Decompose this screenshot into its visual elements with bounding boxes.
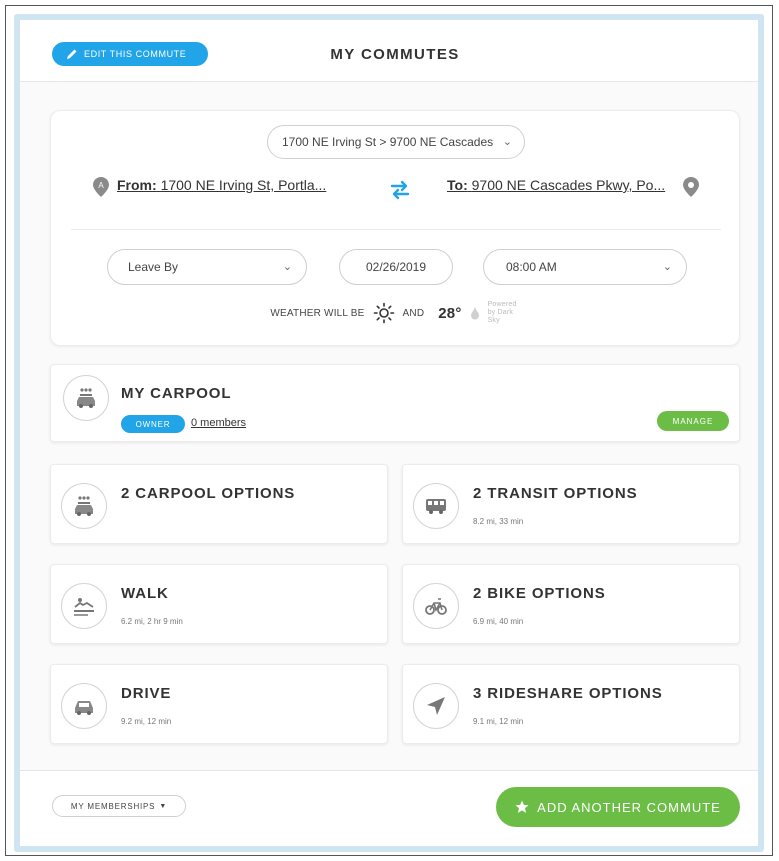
carpool-icon [75,496,93,516]
time-select[interactable]: 08:00 AM ⌄ [483,249,687,285]
my-memberships-label: MY MEMBERSHIPS [70,801,156,811]
car-icon-circle [61,683,107,729]
option-card-drive[interactable]: DRIVE 9.2 mi, 12 min [50,664,388,744]
option-title: 2 CARPOOL OPTIONS [121,485,296,502]
pencil-icon [67,49,77,59]
my-memberships-dropdown[interactable]: MY MEMBERSHIPS ▼ [52,795,186,817]
leave-by-value: Leave By [128,260,179,274]
route-divider [71,229,721,230]
walk-icon-circle [61,583,107,629]
route-card: 1700 NE Irving St > 9700 NE Cascades ⌄ A… [50,110,740,346]
leave-by-select[interactable]: Leave By ⌄ [107,249,307,285]
option-title: 2 TRANSIT OPTIONS [473,485,638,502]
route-select-value: 1700 NE Irving St > 9700 NE Cascades [282,135,494,149]
option-subtitle: 9.2 mi, 12 min [121,717,172,726]
option-card-bike[interactable]: 2 BIKE OPTIONS 6.9 mi, 40 min [402,564,740,644]
option-title: 2 BIKE OPTIONS [473,585,606,602]
date-value: 02/26/2019 [365,260,427,274]
carpool-icon-circle [61,483,107,529]
star-icon [515,800,529,813]
option-card-transit[interactable]: 2 TRANSIT OPTIONS 8.2 mi, 33 min [402,464,740,544]
navigation-arrow-icon [427,697,445,715]
page-title: MY COMMUTES [330,46,460,63]
chevron-down-icon: ⌄ [662,261,672,273]
origin-pin-letter: A [98,181,104,190]
edit-commute-button[interactable]: EDIT THIS COMMUTE [52,42,208,66]
weather-prefix: WEATHER WILL BE [270,307,365,319]
navigation-icon-circle [413,683,459,729]
chevron-down-icon: ⌄ [282,261,292,273]
to-address: 9700 NE Cascades Pkwy, Po... [471,177,666,193]
sun-icon [373,302,394,324]
commute-panel: EDIT THIS COMMUTE MY COMMUTES 1700 NE Ir… [20,20,758,846]
origin-pin-icon: A [93,177,109,197]
date-input[interactable]: 02/26/2019 [339,249,453,285]
add-another-commute-label: ADD ANOTHER COMMUTE [537,799,721,815]
manage-button[interactable]: MANAGE [657,411,729,431]
from-label: From: [117,177,157,193]
from-address-link[interactable]: From: 1700 NE Irving St, Portla... [117,177,326,193]
owner-badge: OWNER [121,415,185,433]
weather-row: WEATHER WILL BE AND 28° Powered by Dark … [51,301,741,325]
dark-sky-attribution: Powered by Dark Sky [487,301,517,324]
to-label: To: [447,177,468,193]
my-carpool-card[interactable]: MY CARPOOL OWNER 0 members MANAGE [50,364,740,442]
header-bar: EDIT THIS COMMUTE MY COMMUTES [20,20,758,82]
caret-down-icon: ▼ [159,802,168,810]
edit-commute-label: EDIT THIS COMMUTE [84,49,187,59]
members-link[interactable]: 0 members [191,417,246,429]
bus-icon [426,499,446,514]
option-card-carpool[interactable]: 2 CARPOOL OPTIONS [50,464,388,544]
temperature-value: 28° [438,304,462,322]
option-subtitle: 9.1 mi, 12 min [473,717,524,726]
bus-icon-circle [413,483,459,529]
bike-icon [425,598,447,615]
carpool-icon [77,388,95,408]
car-icon [75,701,93,715]
bike-icon-circle [413,583,459,629]
time-value: 08:00 AM [506,260,557,274]
my-carpool-title: MY CARPOOL [121,385,232,402]
walk-icon [74,598,94,616]
to-address-link[interactable]: To: 9700 NE Cascades Pkwy, Po... [447,177,665,193]
option-card-walk[interactable]: WALK 6.2 mi, 2 hr 9 min [50,564,388,644]
from-address: 1700 NE Irving St, Portla... [160,177,327,193]
option-subtitle: 6.2 mi, 2 hr 9 min [121,617,183,626]
destination-pin-icon [683,177,699,197]
swap-direction-icon[interactable] [389,179,411,201]
footer-bar: MY MEMBERSHIPS ▼ ADD ANOTHER COMMUTE [20,770,758,846]
chevron-down-icon: ⌄ [502,136,512,148]
option-subtitle: 6.9 mi, 40 min [473,617,524,626]
route-select[interactable]: 1700 NE Irving St > 9700 NE Cascades ⌄ [267,125,525,159]
option-title: 3 RIDESHARE OPTIONS [473,685,663,702]
add-another-commute-button[interactable]: ADD ANOTHER COMMUTE [496,787,740,827]
option-card-rideshare[interactable]: 3 RIDESHARE OPTIONS 9.1 mi, 12 min [402,664,740,744]
dark-sky-logo-icon [470,306,479,320]
option-title: WALK [121,585,169,602]
option-title: DRIVE [121,685,172,702]
carpool-icon-circle [63,375,109,421]
option-subtitle: 8.2 mi, 33 min [473,517,524,526]
weather-and: AND [402,307,425,319]
